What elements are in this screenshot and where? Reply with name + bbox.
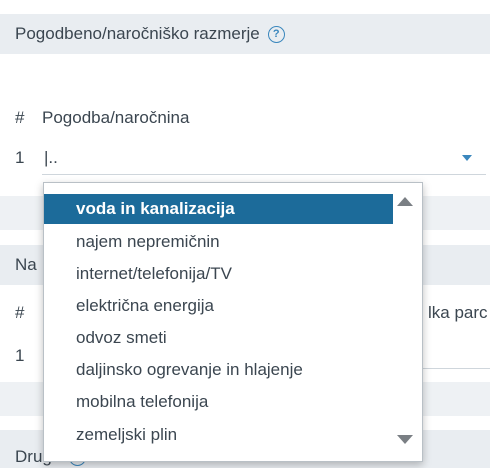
column-header-partial: lka parc xyxy=(428,303,488,322)
scroll-up-icon[interactable] xyxy=(397,197,413,206)
help-icon[interactable]: ? xyxy=(267,26,285,43)
column-header-number: # xyxy=(15,303,25,322)
dropdown-option-7[interactable]: zemeljski plin xyxy=(44,420,393,450)
contract-select[interactable]: |.. xyxy=(42,140,486,175)
contract-dropdown-list[interactable]: voda in kanalizacija najem nepremičnin i… xyxy=(43,182,423,462)
section-title: Na xyxy=(15,255,37,274)
column-header-number: # xyxy=(15,108,25,127)
dropdown-option-6[interactable]: mobilna telefonija xyxy=(44,387,393,417)
dropdown-option-5[interactable]: daljinsko ogrevanje in hlajenje xyxy=(44,355,393,385)
section-title: Pogodbeno/naročniško razmerje? xyxy=(15,24,285,44)
parcel-input[interactable] xyxy=(422,338,490,369)
section-header-contract: Pogodbeno/naročniško razmerje? xyxy=(0,14,490,54)
row-number: 1 xyxy=(15,346,25,365)
dropdown-option-3[interactable]: električna energija xyxy=(44,291,393,321)
column-header-contract: Pogodba/naročnina xyxy=(42,108,190,127)
scroll-down-icon[interactable] xyxy=(397,435,413,444)
dropdown-option-4[interactable]: odvoz smeti xyxy=(44,323,393,353)
contract-select-value: |.. xyxy=(44,148,58,167)
dropdown-option-2[interactable]: internet/telefonija/TV xyxy=(44,259,393,289)
chevron-down-icon[interactable] xyxy=(462,155,472,161)
dropdown-option-0[interactable]: voda in kanalizacija xyxy=(44,194,393,224)
row-number: 1 xyxy=(15,148,25,167)
dropdown-option-1[interactable]: najem nepremičnin xyxy=(44,227,393,257)
